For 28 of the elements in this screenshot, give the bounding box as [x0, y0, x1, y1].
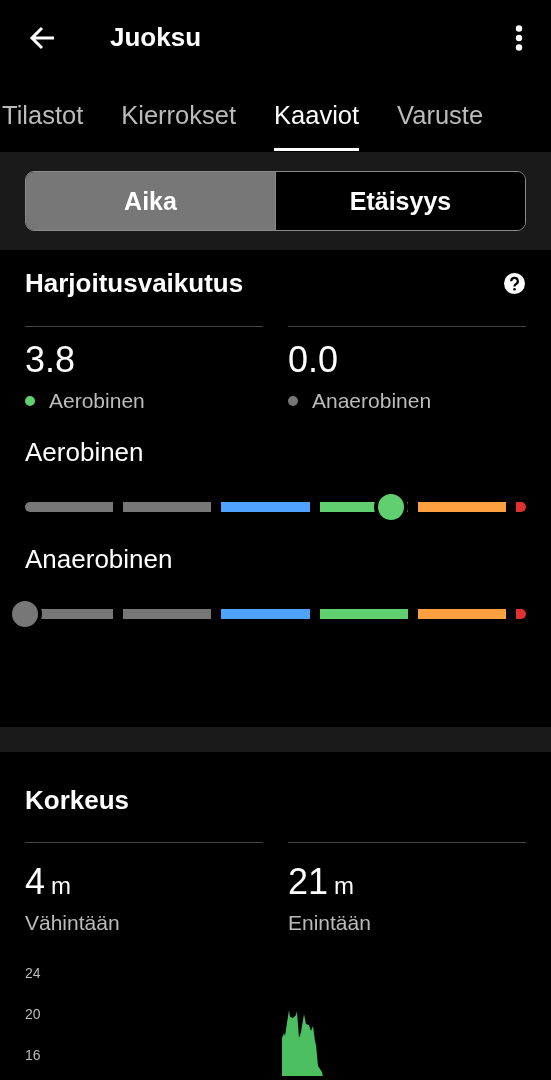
screen-title: Juoksu — [110, 22, 202, 53]
section-title: Korkeus — [25, 785, 131, 816]
stat-label: Vähintään — [25, 911, 121, 935]
stat-value: 0.0 — [288, 339, 340, 381]
tab[interactable]: Varuste — [378, 75, 503, 152]
stat-value: 4 — [25, 861, 46, 902]
slider-label: Anaerobinen — [25, 544, 174, 575]
unit-label: m — [334, 872, 355, 899]
segment-button[interactable]: Aika — [26, 172, 275, 230]
help-icon[interactable] — [504, 272, 525, 294]
back-icon[interactable] — [29, 25, 56, 50]
tab[interactable]: Kierrokset — [102, 75, 256, 152]
stat-value: 21 — [288, 861, 329, 902]
section-title: Harjoitusvaikutus — [25, 267, 244, 299]
axis-tick-label: 20 — [25, 1006, 41, 1024]
stat-value: 3.8 — [25, 339, 77, 381]
axis-tick-label: 16 — [25, 1047, 41, 1065]
tab[interactable]: Kaaviot — [255, 75, 379, 152]
slider-label: Aerobinen — [25, 437, 145, 468]
axis-tick-label: 24 — [25, 965, 41, 983]
unit-label: m — [51, 872, 72, 899]
more-options-icon[interactable] — [515, 24, 523, 51]
elevation-area — [282, 1010, 324, 1076]
tab[interactable]: Tilastot — [0, 75, 103, 152]
segment-button[interactable]: Etäisyys — [275, 172, 525, 230]
stat-label: Anaerobinen — [312, 389, 432, 413]
stat-label: Enintään — [288, 911, 372, 935]
stat-label: Aerobinen — [49, 389, 145, 413]
